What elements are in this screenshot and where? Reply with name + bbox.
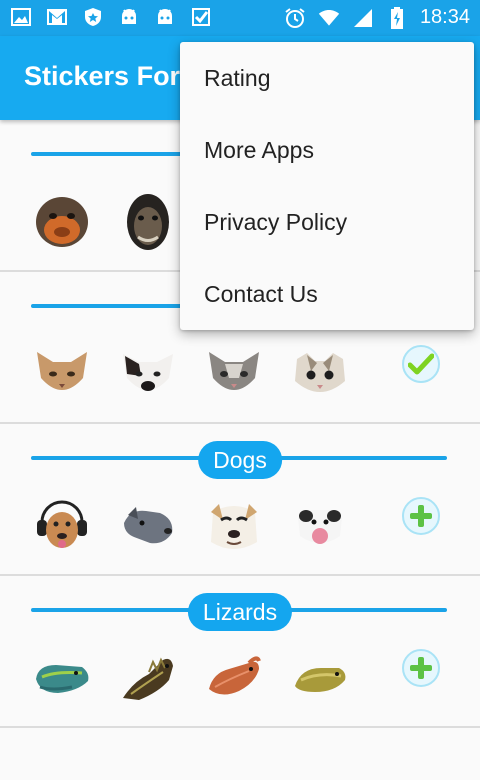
dog-sticker <box>288 496 352 556</box>
status-bar: 18:34 <box>0 0 480 36</box>
pack-title-badge: Dogs <box>198 441 282 479</box>
sticker-row <box>30 648 374 708</box>
cat-sticker <box>30 344 94 404</box>
dog-sticker <box>30 496 94 556</box>
added-check-icon[interactable] <box>402 345 440 383</box>
sticker-pack-lizards[interactable]: Lizards <box>0 576 480 728</box>
pack-title-badge: Lizards <box>187 593 293 631</box>
menu-item-rating[interactable]: Rating <box>180 42 474 114</box>
add-icon[interactable] <box>402 649 440 687</box>
sticker-pack-dogs[interactable]: Dogs <box>0 424 480 576</box>
lizard-sticker <box>202 648 266 708</box>
status-time: 18:34 <box>419 6 470 28</box>
menu-item-privacy-policy[interactable]: Privacy Policy <box>180 186 474 258</box>
menu-item-more-apps[interactable]: More Apps <box>180 114 474 186</box>
cat-sticker <box>288 344 352 404</box>
wifi-icon <box>318 7 340 29</box>
add-icon[interactable] <box>402 497 440 535</box>
dog-sticker <box>202 496 266 556</box>
menu-item-contact-us[interactable]: Contact Us <box>180 258 474 330</box>
sticker-row <box>30 344 374 404</box>
sticker-row <box>30 496 374 556</box>
chimpanzee-sticker <box>116 192 180 252</box>
lizard-sticker <box>116 648 180 708</box>
dog-sticker <box>116 496 180 556</box>
overflow-menu: Rating More Apps Privacy Policy Contact … <box>180 42 474 330</box>
app-title: Stickers For <box>24 61 181 91</box>
android-icon <box>154 6 176 28</box>
android-icon <box>118 6 140 28</box>
cat-sticker <box>116 344 180 404</box>
lizard-sticker <box>288 648 352 708</box>
gallery-icon <box>10 6 32 28</box>
orangutan-sticker <box>30 192 94 252</box>
sticker-row <box>30 192 202 252</box>
gmail-icon <box>46 6 68 28</box>
check-app-icon <box>190 6 212 28</box>
alarm-icon <box>284 7 306 29</box>
cat-sticker <box>202 344 266 404</box>
lizard-sticker <box>30 648 94 708</box>
shield-icon <box>82 6 104 28</box>
battery-charging-icon <box>386 6 408 29</box>
signal-icon <box>352 7 374 29</box>
